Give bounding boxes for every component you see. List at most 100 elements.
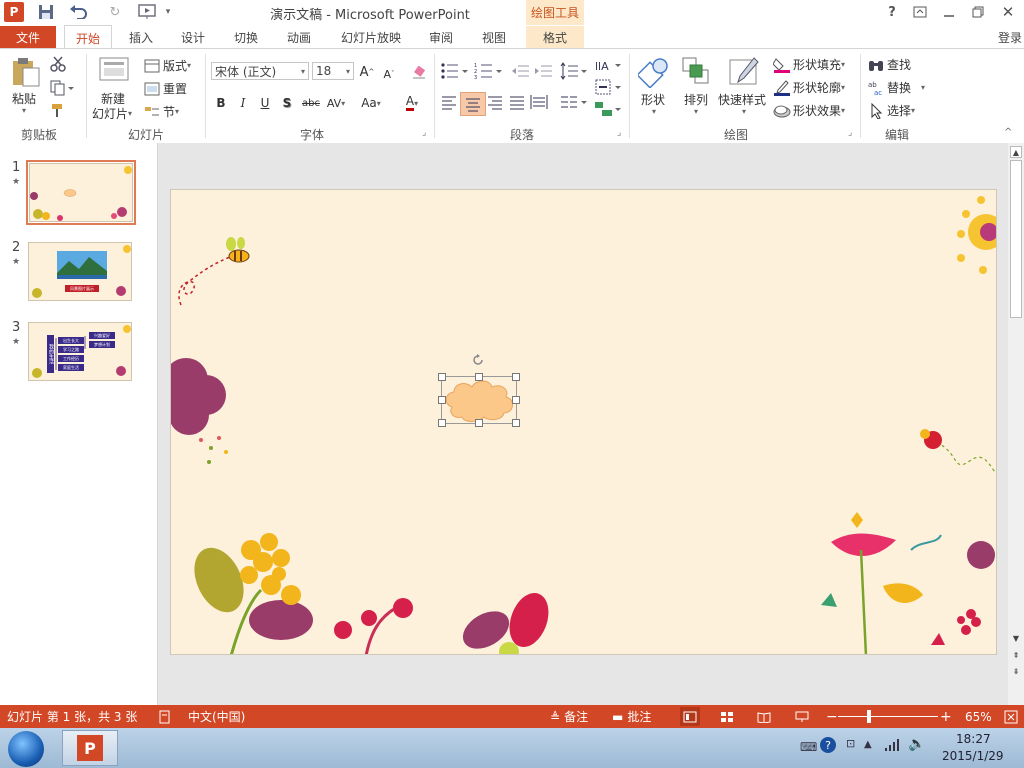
- align-right-icon[interactable]: [486, 94, 504, 113]
- save-icon[interactable]: [36, 3, 56, 21]
- tab-insert[interactable]: 插入: [120, 26, 162, 48]
- reading-view-icon[interactable]: [757, 705, 771, 728]
- italic-button[interactable]: I: [234, 94, 252, 112]
- underline-button[interactable]: U: [256, 94, 274, 112]
- change-case-button[interactable]: Aa ▾: [356, 94, 386, 112]
- bold-button[interactable]: B: [212, 94, 230, 112]
- ribbon-display-options-icon[interactable]: [908, 2, 932, 22]
- collapse-ribbon-icon[interactable]: ^: [1004, 127, 1012, 138]
- customize-quick-access-icon[interactable]: ▾: [162, 3, 174, 21]
- distributed-align-icon[interactable]: [530, 94, 548, 113]
- align-left-icon[interactable]: [440, 94, 458, 113]
- arrange-button-label[interactable]: 排列: [684, 91, 708, 108]
- network-icon[interactable]: [884, 738, 900, 755]
- columns-icon[interactable]: [560, 94, 588, 113]
- cut-icon[interactable]: [50, 56, 66, 75]
- copy-icon[interactable]: [50, 80, 74, 99]
- layout-button[interactable]: 版式 ▾: [144, 57, 191, 74]
- resize-handle-bottom-right[interactable]: [512, 419, 520, 427]
- replace-button[interactable]: ab ac 替换 ▾: [868, 79, 925, 96]
- quick-styles-icon[interactable]: [728, 56, 760, 91]
- decrease-indent-icon[interactable]: [512, 64, 530, 81]
- increase-indent-icon[interactable]: [535, 64, 553, 81]
- resize-handle-right[interactable]: [512, 396, 520, 404]
- resize-handle-bottom[interactable]: [475, 419, 483, 427]
- decrease-font-size-icon[interactable]: Aˇ: [380, 65, 398, 83]
- resize-handle-top[interactable]: [475, 373, 483, 381]
- slide-thumbnail-3[interactable]: 我的生活 出生长大 学习之路 工作经历 家庭生活 兴趣爱好 梦想计划: [28, 322, 132, 381]
- resize-handle-top-left[interactable]: [438, 373, 446, 381]
- new-slide-text[interactable]: 幻灯片: [92, 105, 128, 122]
- rotate-handle-icon[interactable]: [471, 353, 485, 367]
- normal-view-icon[interactable]: [680, 707, 700, 726]
- powerpoint-app-icon[interactable]: P: [4, 2, 24, 22]
- justify-icon[interactable]: [508, 94, 526, 113]
- current-slide[interactable]: [170, 189, 997, 655]
- help-icon[interactable]: ?: [880, 2, 904, 22]
- tab-transitions[interactable]: 切换: [225, 26, 267, 48]
- tab-view[interactable]: 视图: [473, 26, 515, 48]
- reset-button[interactable]: 重置: [144, 80, 187, 97]
- slide-thumbnail-1[interactable]: [26, 160, 136, 225]
- windows-start-button[interactable]: [8, 731, 44, 767]
- slide-sorter-view-icon[interactable]: [720, 705, 734, 728]
- resize-handle-left[interactable]: [438, 396, 446, 404]
- next-slide-icon[interactable]: ⇟: [1010, 665, 1022, 677]
- zoom-slider-thumb[interactable]: [866, 710, 871, 723]
- help-tray-icon[interactable]: ?: [820, 737, 836, 753]
- tab-file[interactable]: 文件: [0, 26, 56, 48]
- new-slide-icon[interactable]: [98, 56, 130, 89]
- spelling-check-icon[interactable]: [158, 705, 172, 728]
- paste-icon[interactable]: [10, 56, 42, 88]
- sign-in-link[interactable]: 登录: [998, 26, 1022, 48]
- taskbar-powerpoint-app[interactable]: P: [62, 730, 118, 766]
- new-slide-dropdown-icon[interactable]: ▾: [128, 109, 132, 118]
- shapes-icon[interactable]: [636, 56, 670, 91]
- convert-to-smartart-icon[interactable]: [594, 100, 622, 121]
- clear-formatting-icon[interactable]: [410, 63, 428, 81]
- show-hidden-icons-icon[interactable]: ▲: [864, 739, 872, 750]
- new-slide-label-line2[interactable]: 幻灯片 ▾: [92, 105, 132, 122]
- font-name-select[interactable]: 宋体 (正文) ▾: [211, 62, 309, 80]
- scrollbar-thumb[interactable]: [1010, 160, 1022, 318]
- select-button[interactable]: 选择 ▾: [868, 102, 915, 119]
- selected-cloud-shape[interactable]: [438, 354, 520, 427]
- find-button[interactable]: 查找: [868, 56, 911, 73]
- resize-handle-bottom-left[interactable]: [438, 419, 446, 427]
- volume-icon[interactable]: 🔈: [908, 736, 925, 752]
- quick-styles-dropdown-icon[interactable]: ▾: [742, 107, 746, 116]
- numbering-icon[interactable]: 123: [474, 62, 504, 83]
- text-direction-icon[interactable]: llA: [594, 56, 622, 77]
- shapes-button-label[interactable]: 形状: [641, 91, 665, 108]
- paste-button-label[interactable]: 粘贴: [12, 90, 36, 107]
- format-painter-icon[interactable]: [50, 102, 66, 121]
- tab-home[interactable]: 开始: [64, 25, 112, 50]
- paragraph-dialog-launcher-icon[interactable]: ⌟: [617, 128, 621, 138]
- start-from-beginning-icon[interactable]: [134, 3, 162, 21]
- notes-button[interactable]: ≜ 备注: [550, 705, 588, 728]
- arrange-icon[interactable]: [681, 56, 711, 89]
- align-text-icon[interactable]: [594, 78, 622, 99]
- language-status[interactable]: 中文(中国): [188, 705, 245, 728]
- tab-slideshow[interactable]: 幻灯片放映: [334, 26, 408, 48]
- shape-outline-button[interactable]: 形状轮廓 ▾: [773, 79, 845, 96]
- zoom-slider-track[interactable]: [838, 716, 938, 717]
- increase-font-size-icon[interactable]: A ^: [358, 63, 376, 81]
- quick-styles-button-label[interactable]: 快速样式: [718, 91, 766, 108]
- scroll-up-arrow-icon[interactable]: ▲: [1010, 146, 1022, 158]
- shape-effects-button[interactable]: 形状效果 ▾: [773, 102, 845, 119]
- bullets-icon[interactable]: [440, 62, 470, 83]
- zoom-level[interactable]: 65%: [965, 705, 992, 728]
- strikethrough-button[interactable]: abc: [300, 94, 322, 112]
- minimize-icon[interactable]: [937, 2, 961, 22]
- slide-thumbnail-2[interactable]: 风景图片展示: [28, 242, 132, 301]
- align-center-icon[interactable]: [460, 92, 486, 116]
- paste-dropdown-icon[interactable]: ▾: [22, 106, 26, 115]
- previous-slide-icon[interactable]: ⇞: [1010, 649, 1022, 661]
- slideshow-view-icon[interactable]: [795, 705, 809, 728]
- tab-animations[interactable]: 动画: [278, 26, 320, 48]
- clock-time[interactable]: 18:27: [956, 732, 991, 746]
- close-icon[interactable]: ✕: [996, 2, 1020, 22]
- clock-date[interactable]: 2015/1/29: [942, 749, 1004, 763]
- fit-slide-to-window-icon[interactable]: [1004, 705, 1018, 728]
